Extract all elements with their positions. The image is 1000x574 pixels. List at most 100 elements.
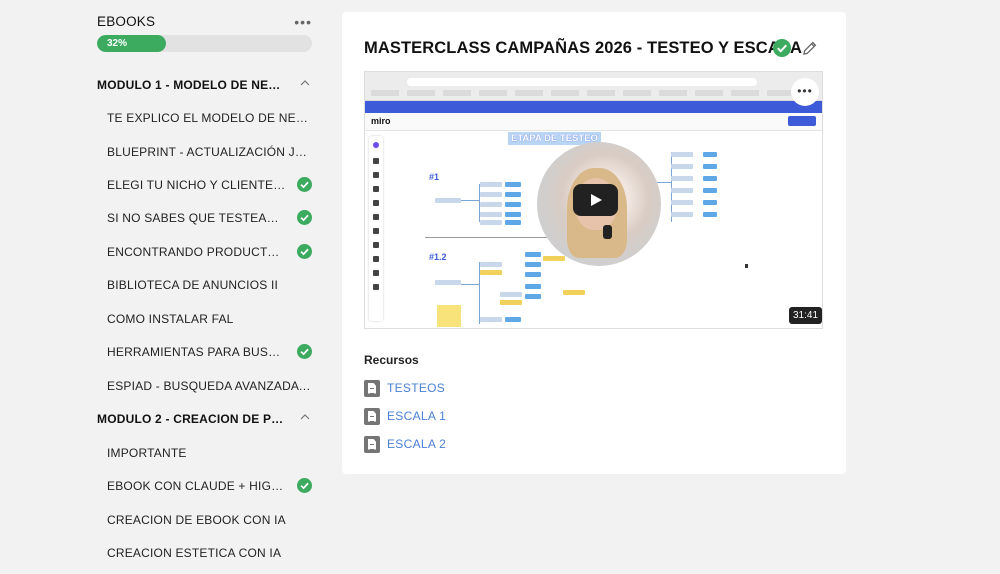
lesson-title: HERRAMIENTAS PARA BUSCAR E... [107, 345, 287, 359]
resource-label: ESCALA 1 [387, 409, 447, 423]
miro-tool-panel [369, 136, 383, 321]
sticky-note-thumbnail [437, 305, 461, 327]
lesson-item[interactable]: EBOOK CON CLAUDE + HIGGSFIE... [107, 475, 312, 497]
mindmap-node [505, 317, 521, 322]
mindmap-node [505, 182, 521, 187]
module-2-header[interactable]: MODULO 2 - CREACION DE PRODU... [97, 408, 312, 430]
resource-link[interactable]: TESTEOS [364, 379, 445, 397]
mindmap-node [435, 280, 461, 285]
resource-link[interactable]: ESCALA 2 [364, 435, 446, 453]
more-horizontal-icon[interactable]: ••• [294, 14, 312, 30]
resource-label: ESCALA 2 [387, 437, 447, 451]
step-label: #1 [429, 172, 440, 182]
lesson-title: ESPIAD - BUSQUEDA AVANZADA DE OF... [107, 379, 312, 393]
mindmap-node [480, 202, 502, 207]
play-icon[interactable] [573, 184, 618, 216]
module-title: MODULO 2 - CREACION DE PRODU... [97, 412, 287, 426]
mindmap-node [480, 270, 502, 275]
lesson-item[interactable]: BIBLIOTECA DE ANUNCIOS II [107, 274, 312, 296]
check-circle-icon [297, 210, 312, 225]
lesson-title: IMPORTANTE [107, 446, 187, 460]
progress-label: 32% [107, 38, 128, 49]
lesson-item[interactable]: IMPORTANTE [107, 442, 312, 464]
ai-icon [373, 142, 379, 148]
resources-heading: Recursos [364, 353, 419, 367]
cursor-icon [373, 158, 379, 164]
mindmap-node [703, 212, 717, 217]
lesson-item[interactable]: BLUEPRINT - ACTUALIZACIÓN JULIO 26 [107, 141, 312, 163]
mindmap-node [703, 176, 717, 181]
check-circle-icon [297, 244, 312, 259]
shapes-icon [373, 228, 379, 234]
lesson-item[interactable]: ELEGI TU NICHO Y CLIENTE IDEAL [107, 174, 312, 196]
mindmap-node [671, 188, 693, 193]
module-title: MODULO 1 - MODELO DE NEGOCIO [97, 78, 287, 92]
lesson-item[interactable]: ENCONTRANDO PRODUCTOS EN ... [107, 241, 312, 263]
mindmap-node [480, 182, 502, 187]
document-icon [364, 379, 380, 397]
lesson-title: CREACION DE EBOOK CON IA [107, 513, 286, 527]
mindmap-node [525, 284, 541, 289]
lesson-title: ELEGI TU NICHO Y CLIENTE IDEAL [107, 178, 287, 192]
mindmap-node [563, 290, 585, 295]
course-sidebar: EBOOKS ••• 32% MODULO 1 - MODELO DE NEGO… [0, 0, 330, 574]
mindmap-link [461, 284, 479, 285]
mindmap-node [505, 212, 521, 217]
text-icon [373, 214, 379, 220]
template-icon [373, 172, 379, 178]
mindmap-node [505, 192, 521, 197]
video-duration: 31:41 [789, 307, 822, 324]
step-label: #1.2 [429, 252, 447, 262]
lesson-item[interactable]: COMO INSTALAR FAL [107, 308, 312, 330]
browser-chrome-thumbnail [365, 72, 822, 101]
chevron-up-icon[interactable] [300, 78, 310, 88]
module-1-header[interactable]: MODULO 1 - MODELO DE NEGOCIO [97, 74, 312, 96]
mindmap-link [461, 200, 479, 201]
lesson-title: COMO INSTALAR FAL [107, 312, 234, 326]
document-icon [364, 435, 380, 453]
bookmarks-bar-thumbnail [371, 90, 816, 96]
mindmap-node [671, 212, 693, 217]
lesson-item[interactable]: CREACION ESTETICA CON IA [107, 542, 312, 564]
mindmap-node [500, 292, 522, 297]
check-circle-icon [297, 344, 312, 359]
mindmap-node [480, 212, 502, 217]
lesson-title: SI NO SABES QUE TESTEAR MIRA ... [107, 211, 287, 225]
lesson-title: TE EXPLICO EL MODELO DE NEGOCIO [107, 111, 312, 125]
lesson-item[interactable]: SI NO SABES QUE TESTEAR MIRA ... [107, 207, 312, 229]
pencil-icon[interactable] [802, 40, 818, 56]
lesson-title-heading: MASTERCLASS CAMPAÑAS 2026 - TESTEO Y ESC… [364, 39, 802, 57]
lesson-title: BLUEPRINT - ACTUALIZACIÓN JULIO 26 [107, 145, 312, 159]
mindmap-node [480, 220, 502, 225]
video-player[interactable]: miro ETAPA DE TESTEO #1 #1.2 ••• 31:41 [364, 71, 823, 329]
resource-link[interactable]: ESCALA 1 [364, 407, 446, 425]
lesson-title: ENCONTRANDO PRODUCTOS EN ... [107, 245, 287, 259]
mindmap-node [671, 176, 693, 181]
mindmap-node [435, 198, 461, 203]
more-horizontal-icon[interactable]: ••• [791, 78, 819, 106]
mindmap-node [500, 300, 522, 305]
mindmap-node [543, 256, 565, 261]
mindmap-node [480, 262, 502, 267]
mindmap-node [671, 200, 693, 205]
mindmap-node [525, 294, 541, 299]
lesson-item[interactable]: ESPIAD - BUSQUEDA AVANZADA DE OF... [107, 375, 312, 397]
check-circle-icon [297, 177, 312, 192]
mindmap-node [525, 272, 541, 277]
mindmap-node [671, 152, 693, 157]
lesson-item[interactable]: HERRAMIENTAS PARA BUSCAR E... [107, 341, 312, 363]
mindmap-node [703, 152, 717, 157]
comment-icon [373, 270, 379, 276]
lesson-item[interactable]: CREACION DE EBOOK CON IA [107, 509, 312, 531]
chevron-up-icon[interactable] [300, 412, 310, 422]
mindmap-node [505, 202, 521, 207]
lesson-title: CREACION ESTETICA CON IA [107, 546, 282, 560]
mindmap-node [505, 220, 521, 225]
pen-icon [373, 242, 379, 248]
sidebar-header: EBOOKS ••• [97, 13, 312, 31]
frame-icon [373, 256, 379, 262]
lesson-title: EBOOK CON CLAUDE + HIGGSFIE... [107, 479, 287, 493]
resource-label: TESTEOS [387, 381, 446, 395]
miro-logo: miro [371, 116, 391, 126]
lesson-item[interactable]: TE EXPLICO EL MODELO DE NEGOCIO [107, 107, 312, 129]
